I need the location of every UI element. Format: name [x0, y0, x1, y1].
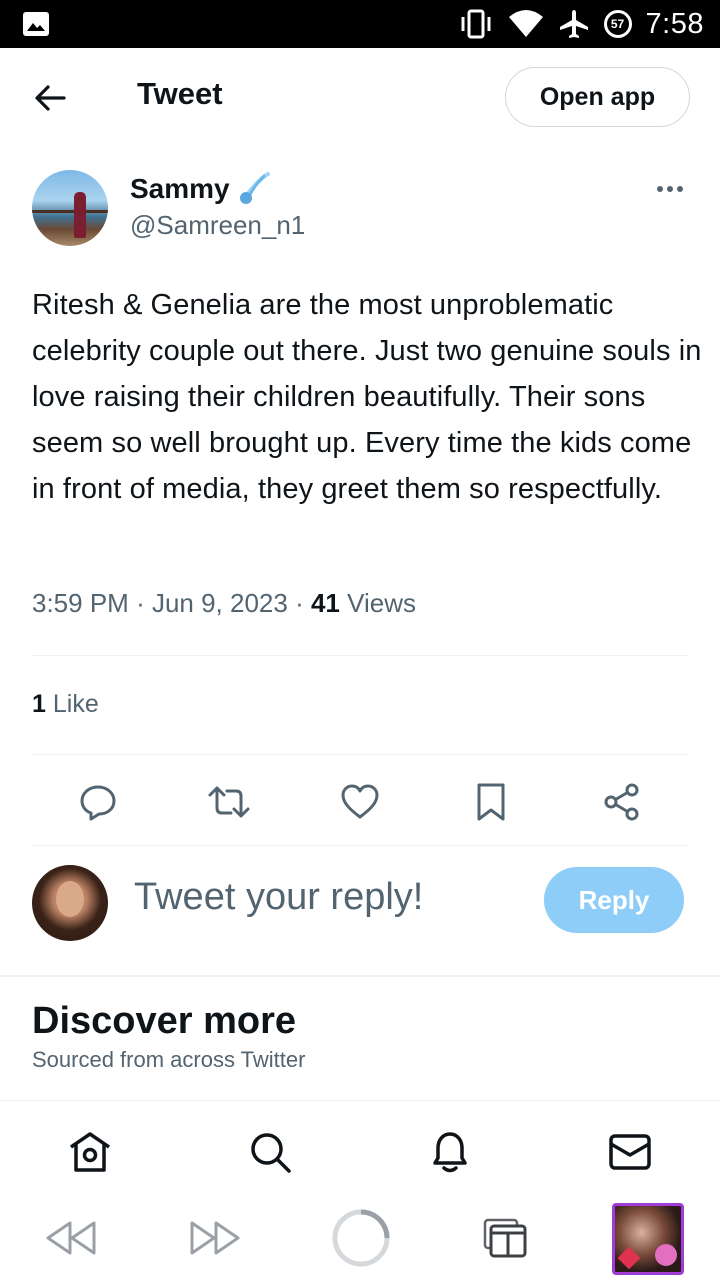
airplane-icon — [559, 10, 588, 38]
section-divider — [0, 975, 720, 977]
likes-link[interactable]: 1 Like — [32, 690, 99, 719]
more-dot-icon — [667, 186, 673, 192]
reply-input[interactable]: Tweet your reply! — [134, 876, 423, 919]
top-header: Tweet Open app — [0, 48, 720, 148]
nav-search-button[interactable] — [247, 1129, 293, 1175]
page-title: Tweet — [137, 76, 223, 111]
divider — [32, 655, 688, 656]
likes-count: 1 — [32, 690, 46, 718]
views-label: Views — [347, 588, 417, 618]
retweet-action-button[interactable] — [207, 780, 251, 824]
vibrate-icon — [461, 9, 491, 39]
nav-notifications-button[interactable] — [427, 1129, 473, 1175]
like-icon — [341, 784, 379, 819]
more-dot-icon — [677, 186, 683, 192]
battery-icon: 57 — [603, 10, 632, 38]
reply-button[interactable]: Reply — [544, 867, 684, 933]
back-button[interactable] — [30, 78, 70, 118]
retweet-icon — [208, 786, 250, 818]
tweet-text: Ritesh & Genelia are the most unproblema… — [32, 289, 702, 505]
bookmark-icon — [477, 783, 505, 821]
nav-home-button[interactable] — [67, 1129, 113, 1175]
reply-action-button[interactable] — [76, 780, 120, 824]
author-handle[interactable]: @Samreen_n1 — [130, 210, 305, 241]
author-name-row[interactable]: Sammy — [130, 172, 272, 206]
discover-subtitle: Sourced from across Twitter — [32, 1047, 306, 1072]
user-avatar[interactable] — [32, 865, 108, 941]
author-name: Sammy — [130, 173, 230, 204]
comet-emoji-icon — [239, 172, 270, 204]
nav-messages-button[interactable] — [607, 1129, 653, 1175]
likes-label: Like — [52, 690, 99, 718]
tabs-button[interactable] — [478, 1211, 532, 1265]
tabs-icon — [483, 1218, 527, 1258]
share-action-button[interactable] — [600, 780, 644, 824]
tweet-time[interactable]: 3:59 PM — [32, 588, 129, 618]
open-app-button[interactable]: Open app — [505, 67, 690, 127]
fast-forward-button[interactable] — [188, 1211, 242, 1265]
more-options-button[interactable] — [650, 174, 690, 204]
wifi-icon — [508, 10, 543, 37]
views-count: 41 — [310, 588, 340, 618]
author-avatar[interactable] — [32, 170, 108, 246]
bookmark-action-button[interactable] — [469, 780, 513, 824]
share-icon — [604, 783, 639, 821]
status-bar: 57 7:58 — [0, 0, 720, 48]
bottom-nav — [0, 1101, 720, 1191]
more-dot-icon — [657, 186, 663, 192]
reply-icon — [80, 785, 116, 821]
messages-icon — [609, 1134, 651, 1170]
like-action-button[interactable] — [338, 780, 382, 824]
discover-title: Discover more — [32, 1000, 297, 1042]
reload-button[interactable] — [332, 1209, 390, 1267]
fast-forward-icon — [190, 1221, 240, 1255]
reload-icon — [332, 1209, 390, 1267]
tweet-meta: 3:59 PM · Jun 9, 2023 · 41 Views — [32, 588, 417, 618]
browser-toolbar — [0, 1191, 720, 1280]
rewind-icon — [46, 1221, 96, 1255]
back-arrow-icon — [35, 85, 66, 111]
tweet-actions — [32, 770, 688, 830]
tweet-date[interactable]: Jun 9, 2023 — [152, 588, 288, 618]
search-icon — [251, 1133, 291, 1173]
rewind-button[interactable] — [44, 1211, 98, 1265]
gallery-icon — [23, 12, 49, 36]
divider — [32, 754, 688, 755]
tab-thumbnail[interactable] — [612, 1203, 684, 1275]
battery-level: 57 — [610, 17, 625, 31]
divider — [32, 845, 688, 846]
home-icon — [70, 1132, 110, 1172]
notifications-icon — [433, 1132, 467, 1173]
clock: 7:58 — [645, 7, 704, 40]
